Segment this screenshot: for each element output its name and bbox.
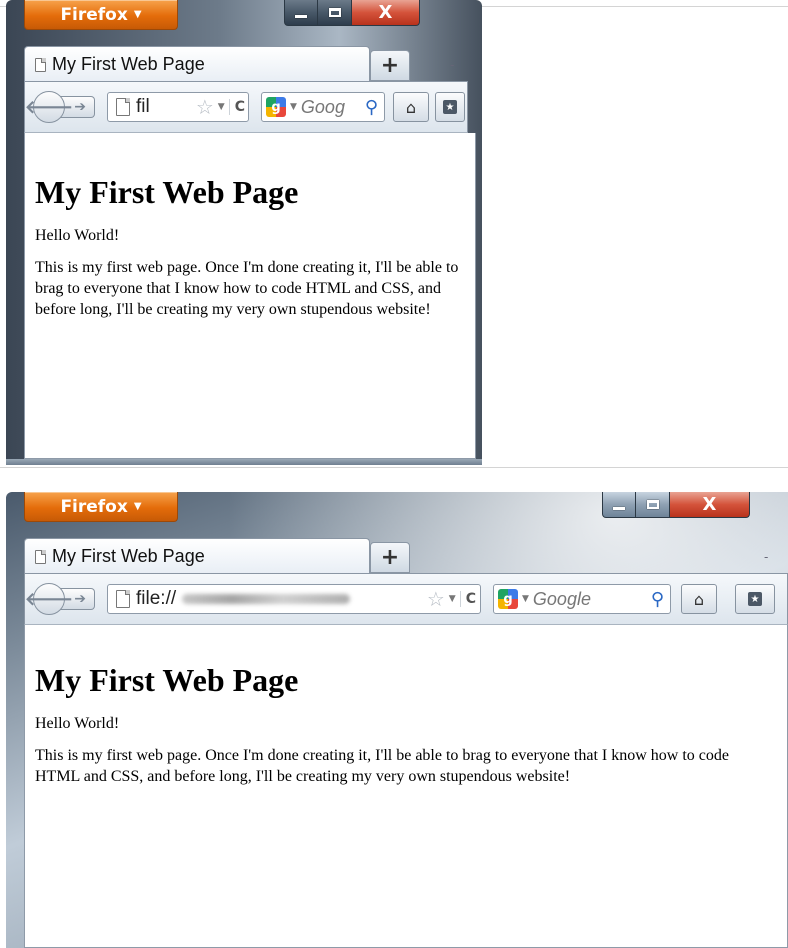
caption-buttons: X [284, 0, 420, 26]
forward-icon: ➔ [74, 591, 86, 607]
firefox-menu-label: Firefox [60, 496, 128, 517]
bookmarks-button[interactable]: ★ [735, 584, 775, 614]
paragraph-intro: This is my first web page. Once I'm done… [35, 259, 459, 318]
firefox-window-wide: Firefox ▼ X My First Web Page + - ➔ 🡐 fi… [6, 492, 788, 948]
forward-icon: ➔ [74, 99, 86, 115]
page-content: My First Web Page Hello World! This is m… [24, 133, 476, 459]
page-icon [35, 57, 46, 72]
search-bar[interactable]: g ▼ Goog ⚲ [261, 92, 385, 122]
minimize-icon [295, 15, 307, 18]
home-icon: ⌂ [405, 97, 417, 117]
navigation-toolbar: ➔ 🡐 fil ☆ ▼ C g ▼ Goog ⚲ ⌂ ★ [24, 81, 468, 133]
url-text: fil [136, 96, 150, 117]
back-button[interactable]: 🡐 [25, 91, 73, 123]
window-bottom-edge [6, 459, 482, 465]
star-icon[interactable]: ☆ [427, 587, 445, 611]
chevron-down-icon: - [764, 550, 769, 564]
paragraph-hello: Hello World! [35, 715, 120, 732]
url-text: file:// [136, 588, 177, 609]
chevron-down-icon[interactable]: ▼ [218, 102, 225, 112]
page-content: My First Web Page Hello World! This is m… [24, 625, 788, 948]
new-tab-button[interactable]: + [370, 50, 410, 81]
page-heading: My First Web Page [35, 662, 299, 698]
page-heading: My First Web Page [35, 174, 299, 210]
back-button[interactable]: 🡐 [25, 583, 73, 615]
tab-title: My First Web Page [52, 546, 205, 566]
caption-buttons: X [602, 492, 750, 518]
minimize-icon [613, 507, 625, 510]
back-forward-group: ➔ 🡐 [25, 583, 97, 615]
paragraph-hello: Hello World! [35, 227, 120, 244]
minimize-button[interactable] [602, 492, 636, 518]
tab-list-button[interactable]: - [450, 58, 454, 72]
close-icon: X [378, 2, 393, 23]
firefox-window-narrow: Firefox ▼ X My First Web Page + - ➔ 🡐 fi… [6, 0, 482, 465]
chevron-down-icon: ▼ [522, 594, 529, 604]
google-icon[interactable]: g [498, 589, 518, 609]
magnifier-icon[interactable]: ⚲ [651, 589, 670, 610]
chevron-down-icon: ▼ [133, 9, 142, 20]
new-tab-button[interactable]: + [370, 542, 410, 573]
chevron-down-icon: - [450, 58, 455, 72]
search-placeholder: Google [532, 588, 591, 609]
minimize-button[interactable] [284, 0, 318, 26]
tab-my-first-web-page[interactable]: My First Web Page [24, 46, 370, 82]
bookmarks-icon: ★ [443, 100, 457, 114]
maximize-button[interactable] [318, 0, 352, 26]
page-icon [116, 98, 130, 116]
reload-icon[interactable]: C [228, 99, 245, 115]
url-bar-tail: ☆ ▼ C [196, 95, 248, 119]
middle-divider [0, 467, 788, 468]
magnifier-icon[interactable]: ⚲ [365, 97, 384, 118]
firefox-menu-button[interactable]: Firefox ▼ [24, 0, 178, 30]
tab-list-button[interactable]: - [764, 550, 768, 564]
firefox-menu-label: Firefox [60, 4, 128, 25]
home-icon: ⌂ [693, 589, 705, 609]
close-button[interactable]: X [352, 0, 420, 26]
firefox-menu-button[interactable]: Firefox ▼ [24, 492, 178, 522]
tab-my-first-web-page[interactable]: My First Web Page [24, 538, 370, 574]
back-icon: 🡐 [24, 96, 74, 118]
tab-title: My First Web Page [52, 54, 205, 74]
star-icon[interactable]: ☆ [196, 95, 214, 119]
search-bar[interactable]: g ▼ Google ⚲ [493, 584, 671, 614]
bookmarks-button[interactable]: ★ [435, 92, 465, 122]
navigation-toolbar: ➔ 🡐 file:// ☆ ▼ C g ▼ Google ⚲ ⌂ ★ [24, 573, 788, 625]
home-button[interactable]: ⌂ [393, 92, 429, 122]
maximize-icon [328, 8, 341, 17]
chevron-down-icon[interactable]: ▼ [449, 594, 456, 604]
back-forward-group: ➔ 🡐 [25, 91, 97, 123]
back-icon: 🡐 [24, 588, 74, 610]
reload-icon[interactable]: C [459, 591, 476, 607]
google-icon[interactable]: g [266, 97, 286, 117]
close-icon: X [702, 494, 717, 515]
chevron-down-icon: ▼ [290, 102, 297, 112]
url-bar[interactable]: file:// ☆ ▼ C [107, 584, 481, 614]
home-button[interactable]: ⌂ [681, 584, 717, 614]
page-icon [116, 590, 130, 608]
search-placeholder: Goog [300, 96, 345, 117]
close-button[interactable]: X [670, 492, 750, 518]
url-path-redacted [182, 594, 351, 604]
url-bar-tail: ☆ ▼ C [427, 587, 480, 611]
page-icon [35, 549, 46, 564]
paragraph-intro: This is my first web page. Once I'm done… [35, 747, 730, 785]
chevron-down-icon: ▼ [133, 501, 142, 512]
maximize-button[interactable] [636, 492, 670, 518]
maximize-icon [646, 500, 659, 509]
plus-icon: + [380, 53, 400, 78]
plus-icon: + [380, 545, 400, 570]
url-bar[interactable]: fil ☆ ▼ C [107, 92, 249, 122]
bookmarks-icon: ★ [748, 592, 762, 606]
